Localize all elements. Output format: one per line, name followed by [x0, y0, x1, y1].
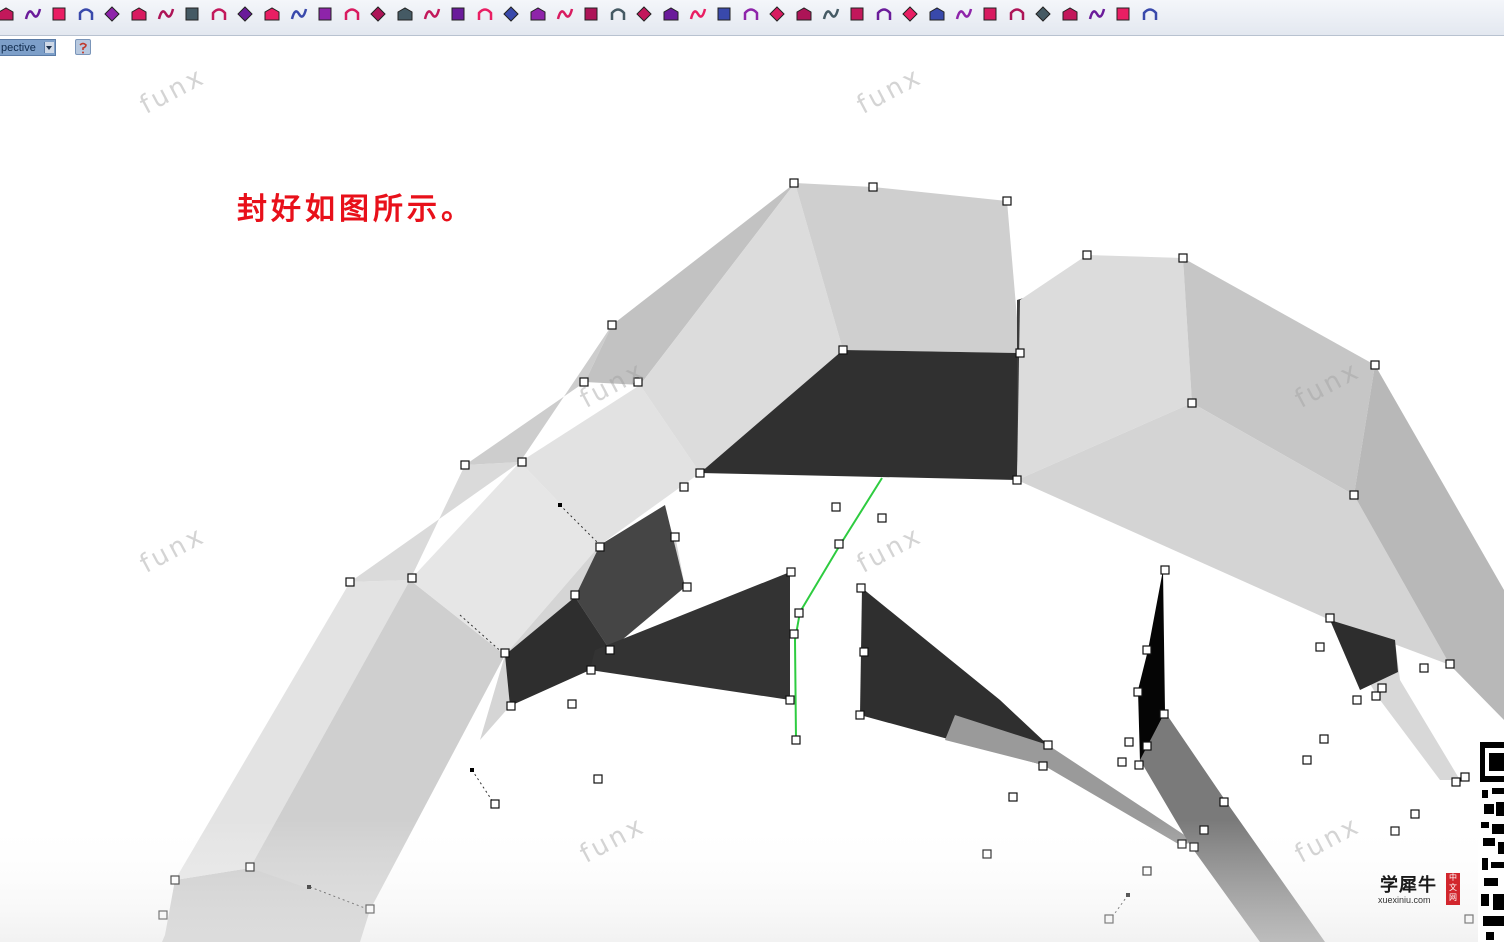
qr-code-icon — [1478, 738, 1504, 942]
logo-brand: 学犀牛 — [1380, 875, 1437, 896]
logo-url: xuexiniu.com — [1378, 895, 1431, 905]
instruction-caption: 封好如图所示。 — [237, 192, 475, 227]
viewport-floor-fade — [0, 820, 1504, 942]
3d-viewport[interactable] — [0, 0, 1504, 942]
logo-tag: 中文网 — [1446, 873, 1460, 905]
right-arch-surface[interactable] — [1017, 255, 1504, 780]
site-logo: 学犀牛 中文网 xuexiniu.com — [1374, 869, 1466, 909]
